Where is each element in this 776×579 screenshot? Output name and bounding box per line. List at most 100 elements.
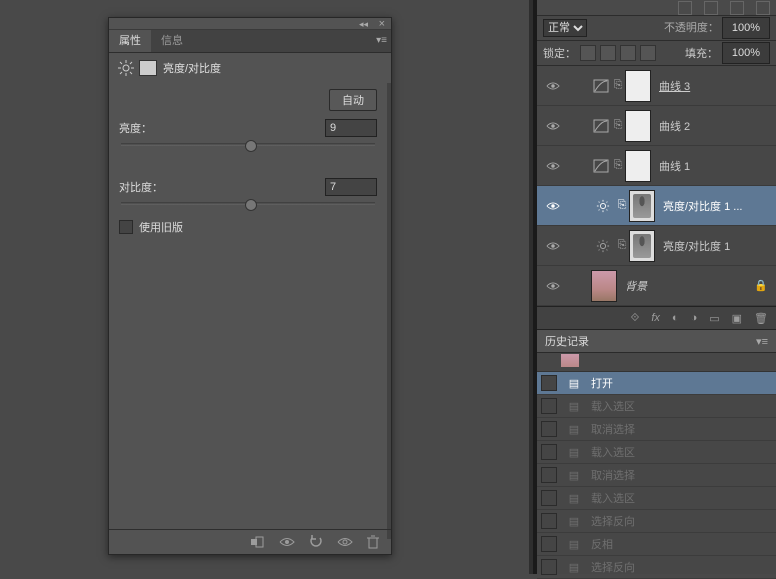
fill-input[interactable]	[722, 42, 770, 64]
eye-icon[interactable]	[537, 199, 569, 213]
contrast-slider[interactable]	[121, 202, 375, 205]
mask-thumbnail[interactable]	[629, 230, 655, 262]
mask-icon	[139, 60, 157, 76]
brightness-input[interactable]	[325, 119, 377, 137]
history-item[interactable]: ▤取消选择	[537, 464, 776, 487]
eye-icon[interactable]	[537, 279, 569, 293]
visibility-toggle-icon[interactable]	[279, 537, 295, 547]
eye-icon[interactable]	[537, 79, 569, 93]
doc-icon: ▤	[567, 423, 581, 436]
history-item[interactable]: ▤载入选区	[537, 487, 776, 510]
filter-icon4[interactable]	[756, 1, 770, 15]
history-item[interactable]: ▤载入选区	[537, 395, 776, 418]
panel-menu-icon[interactable]: ▾≡	[756, 335, 768, 348]
mask-thumbnail[interactable]	[625, 70, 651, 102]
mask-icon[interactable]: ◐	[672, 312, 679, 324]
link-icon: ⎘	[611, 119, 625, 132]
lock-move-icon[interactable]	[620, 45, 636, 61]
doc-icon: ▤	[567, 538, 581, 551]
history-item[interactable]: ▤取消选择	[537, 418, 776, 441]
snapshot-row[interactable]	[537, 353, 776, 372]
lock-icon: 🔒	[754, 279, 768, 292]
history-list: ▤打开 ▤载入选区 ▤取消选择 ▤载入选区 ▤取消选择 ▤载入选区 ▤选择反向 …	[537, 372, 776, 579]
lock-pixels-icon[interactable]	[580, 45, 596, 61]
history-item[interactable]: ▤选择反向	[537, 556, 776, 579]
layer-row[interactable]: ⎘ 亮度/对比度 1 ...	[537, 186, 776, 226]
doc-icon: ▤	[567, 446, 581, 459]
mask-thumbnail[interactable]	[625, 150, 651, 182]
layer-name[interactable]: 背景	[625, 278, 754, 294]
brightness-slider[interactable]	[121, 143, 375, 146]
mask-thumbnail[interactable]	[629, 190, 655, 222]
curves-icon	[591, 159, 611, 173]
link-layers-icon[interactable]: ⟐	[631, 312, 640, 325]
history-title: 历史记录	[545, 333, 589, 349]
history-item[interactable]: ▤打开	[537, 372, 776, 395]
doc-icon: ▤	[567, 515, 581, 528]
brightness-icon	[117, 59, 135, 77]
trash-icon[interactable]	[367, 535, 379, 549]
doc-icon: ▤	[567, 469, 581, 482]
curves-icon	[591, 119, 611, 133]
brightness-icon	[591, 199, 615, 213]
auto-button[interactable]: 自动	[329, 89, 377, 111]
lock-paint-icon[interactable]	[600, 45, 616, 61]
layers-list: ⎘ 曲线 3 ⎘ 曲线 2 ⎘ 曲线 1	[537, 66, 776, 306]
link-icon: ⎘	[611, 79, 625, 92]
doc-icon: ▤	[567, 377, 581, 390]
trash-icon[interactable]: 🗑	[754, 312, 768, 325]
eye-icon[interactable]	[337, 537, 353, 547]
layer-thumbnail[interactable]	[591, 270, 617, 302]
opacity-label: 不透明度：	[664, 22, 719, 34]
fx-icon[interactable]: fx	[651, 312, 660, 324]
history-item[interactable]: ▤选择反向	[537, 510, 776, 533]
layer-name[interactable]: 曲线 3	[659, 78, 768, 94]
brightness-label: 亮度：	[119, 120, 152, 136]
layer-row[interactable]: ⎘ 曲线 3	[537, 66, 776, 106]
layer-row[interactable]: ⎘ 曲线 2	[537, 106, 776, 146]
link-icon: ⎘	[615, 239, 629, 252]
new-layer-icon[interactable]: ▣	[732, 312, 742, 325]
history-item[interactable]: ▤反相	[537, 533, 776, 556]
filter-icon2[interactable]	[704, 1, 718, 15]
panel-menu-icon[interactable]: ▾≡	[376, 35, 387, 46]
history-item[interactable]: ▤载入选区	[537, 441, 776, 464]
opacity-input[interactable]	[722, 17, 770, 39]
fill-label: 填充：	[685, 45, 718, 61]
link-icon: ⎘	[611, 159, 625, 172]
filter-icon3[interactable]	[730, 1, 744, 15]
eye-icon[interactable]	[537, 239, 569, 253]
doc-icon: ▤	[567, 400, 581, 413]
blend-mode-select[interactable]: 正常	[543, 19, 587, 37]
legacy-checkbox[interactable]	[119, 220, 133, 234]
adjustment-title: 亮度/对比度	[163, 60, 221, 76]
mask-thumbnail[interactable]	[625, 110, 651, 142]
lock-all-icon[interactable]	[640, 45, 656, 61]
close-icon[interactable]: ×	[379, 18, 385, 30]
doc-icon: ▤	[567, 561, 581, 574]
contrast-input[interactable]	[325, 178, 377, 196]
tab-properties[interactable]: 属性	[109, 30, 151, 52]
eye-icon[interactable]	[537, 159, 569, 173]
group-icon[interactable]: ▭	[709, 312, 719, 325]
adjustment-icon[interactable]: ◑	[691, 312, 698, 324]
layer-name[interactable]: 亮度/对比度 1	[663, 238, 768, 254]
lock-label: 锁定：	[543, 45, 576, 61]
layer-name[interactable]: 亮度/对比度 1 ...	[663, 198, 768, 214]
brightness-icon	[591, 239, 615, 253]
filter-icon[interactable]	[678, 1, 692, 15]
layer-row[interactable]: ⎘ 亮度/对比度 1	[537, 226, 776, 266]
layer-name[interactable]: 曲线 2	[659, 118, 768, 134]
legacy-label: 使用旧版	[139, 219, 183, 235]
layer-row[interactable]: 背景 🔒	[537, 266, 776, 306]
link-icon: ⎘	[615, 199, 629, 212]
layer-row[interactable]: ⎘ 曲线 1	[537, 146, 776, 186]
reset-icon[interactable]	[309, 535, 323, 549]
collapse-icon[interactable]: ◂◂	[359, 19, 368, 30]
eye-icon[interactable]	[537, 119, 569, 133]
tab-info[interactable]: 信息	[151, 30, 193, 52]
doc-icon: ▤	[567, 492, 581, 505]
clip-icon[interactable]	[249, 536, 265, 548]
layer-name[interactable]: 曲线 1	[659, 158, 768, 174]
curves-icon	[591, 79, 611, 93]
